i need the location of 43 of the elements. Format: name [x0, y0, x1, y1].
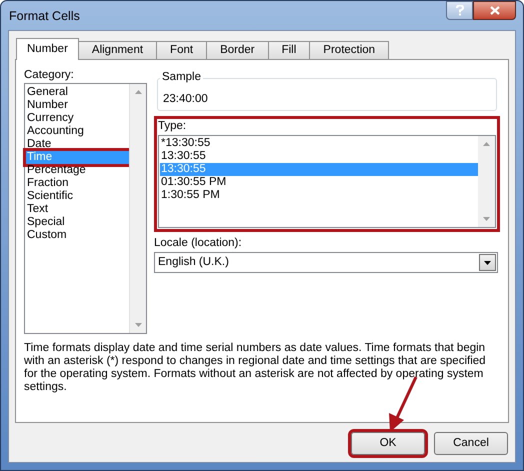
locale-label: Locale (location): [154, 236, 243, 250]
window-title: Format Cells [8, 8, 80, 26]
help-icon [456, 5, 464, 16]
locale-dropdown[interactable]: English (U.K.) [154, 252, 498, 273]
list-item[interactable]: 01:30:55 PM [160, 176, 478, 189]
tab[interactable]: Alignment [78, 41, 158, 60]
list-item[interactable]: Percentage [26, 164, 129, 177]
ok-button[interactable]: OK [351, 432, 425, 455]
dropdown-button[interactable] [479, 254, 496, 271]
scrollbar[interactable] [478, 136, 495, 227]
list-item[interactable]: Fraction [26, 177, 129, 190]
tab[interactable]: Font [156, 41, 208, 60]
list-item[interactable]: Scientific [26, 190, 129, 203]
tab[interactable]: Fill [268, 41, 310, 60]
scroll-down-icon[interactable] [134, 323, 142, 327]
cancel-button[interactable]: Cancel [434, 432, 508, 455]
list-item[interactable]: General [26, 86, 129, 99]
scrollbar[interactable] [129, 84, 146, 333]
close-button[interactable] [473, 1, 516, 20]
help-button[interactable] [446, 1, 473, 20]
list-item[interactable]: 13:30:55 [160, 150, 478, 163]
scroll-up-icon[interactable] [134, 90, 142, 94]
sample-label: Sample [160, 70, 203, 84]
tab[interactable]: Border [206, 41, 269, 60]
list-item[interactable]: Accounting [26, 125, 129, 138]
tab[interactable]: Number [16, 38, 79, 60]
list-item[interactable]: Date [26, 138, 129, 151]
category-label: Category: [24, 68, 75, 82]
sample-value: 23:40:00 [163, 92, 208, 106]
caret-icon [484, 260, 491, 264]
tab[interactable]: Protection [309, 41, 390, 60]
list-item[interactable]: Custom [26, 229, 129, 242]
list-item[interactable]: Currency [26, 112, 129, 125]
scroll-down-icon[interactable] [483, 217, 490, 221]
list-item[interactable]: 1:30:55 PM [160, 189, 478, 202]
scroll-up-icon[interactable] [483, 142, 490, 146]
description-text: Time formats display date and time serial numbers as date values. Time formats that begin with an asterisk (*) respond to changes in regional date and time settings that are specified for the operating system. Formats without an asterisk are not affected by operating system settings. [24, 342, 487, 394]
close-icon [490, 6, 500, 15]
list-item[interactable]: Special [26, 216, 129, 229]
list-item[interactable]: *13:30:55 [160, 137, 478, 150]
list-item[interactable]: Text [26, 203, 129, 216]
list-item[interactable]: Number [26, 99, 129, 112]
type-label: Type: [158, 119, 188, 133]
